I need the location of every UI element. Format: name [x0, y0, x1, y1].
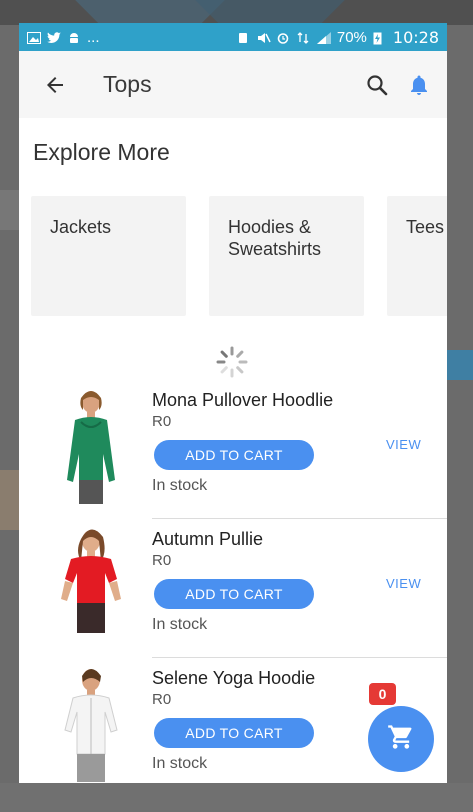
product-price: R0	[152, 691, 172, 708]
add-to-cart-button[interactable]: ADD TO CART	[154, 718, 314, 748]
product-price: R0	[152, 552, 172, 569]
mute-icon	[257, 31, 271, 43]
category-carousel[interactable]: Jackets Hoodies & Sweatshirts Tees	[31, 196, 447, 316]
add-to-cart-button[interactable]: ADD TO CART	[154, 579, 314, 609]
product-image[interactable]	[51, 666, 131, 783]
product-row[interactable]: Mona Pullover Hoodlie R0 ADD TO CART In …	[19, 380, 447, 519]
data-transfer-icon	[297, 31, 311, 44]
cart-count-badge: 0	[369, 683, 396, 705]
battery-saver-icon	[237, 31, 251, 43]
battery-charging-icon	[373, 31, 387, 45]
product-image[interactable]	[51, 388, 131, 508]
product-price: R0	[152, 413, 172, 430]
battery-percentage: 70%	[336, 28, 367, 46]
product-name[interactable]: Autumn Pullie	[152, 529, 263, 550]
background-footer	[0, 783, 473, 812]
stock-status: In stock	[152, 755, 208, 772]
clock: 10:28	[392, 27, 439, 47]
status-bar-notifications: ...	[27, 29, 100, 46]
view-button[interactable]: VIEW	[386, 576, 421, 591]
signal-icon	[316, 31, 331, 44]
back-arrow-icon[interactable]	[33, 63, 77, 107]
search-icon[interactable]	[363, 71, 391, 99]
stock-status: In stock	[152, 616, 208, 633]
cart-button[interactable]	[368, 706, 434, 772]
stock-status: In stock	[152, 477, 208, 494]
shopping-cart-icon	[387, 723, 415, 756]
explore-more-heading: Explore More	[33, 139, 170, 165]
product-name[interactable]: Mona Pullover Hoodlie	[152, 390, 333, 411]
twitter-icon	[47, 31, 61, 44]
category-card-tees[interactable]: Tees	[387, 196, 447, 316]
status-bar: ... 70% 10:28	[19, 23, 447, 51]
product-row[interactable]: Autumn Pullie R0 ADD TO CART In stock VI…	[19, 519, 447, 658]
app-bar: Tops	[19, 51, 447, 118]
add-to-cart-button[interactable]: ADD TO CART	[154, 440, 314, 470]
app-bar-actions	[363, 71, 433, 99]
image-icon	[27, 31, 41, 44]
android-icon	[67, 31, 81, 43]
loading-spinner-icon	[215, 345, 249, 379]
more-notifications-indicator: ...	[87, 28, 100, 46]
product-image[interactable]	[51, 527, 131, 647]
background-panel	[0, 190, 20, 230]
background-panel	[0, 470, 20, 530]
status-bar-system: 70% 10:28	[237, 28, 439, 47]
page-title: Tops	[103, 71, 152, 97]
notification-bell-icon[interactable]	[405, 71, 433, 99]
alarm-icon	[277, 31, 291, 44]
view-button[interactable]: VIEW	[386, 437, 421, 452]
product-list-window: ... 70% 10:28 Tops Explore More Jackets …	[19, 23, 447, 783]
background-panel	[447, 350, 473, 380]
category-card-hoodies[interactable]: Hoodies & Sweatshirts	[209, 196, 364, 316]
product-name[interactable]: Selene Yoga Hoodie	[152, 668, 315, 689]
category-card-jackets[interactable]: Jackets	[31, 196, 186, 316]
